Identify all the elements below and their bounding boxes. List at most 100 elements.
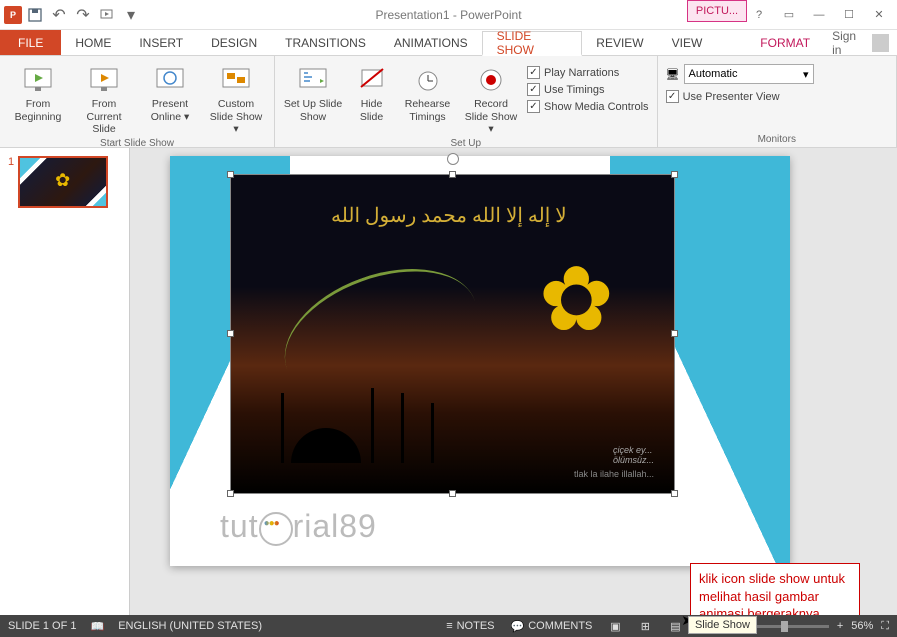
custom-show-icon [220,64,252,96]
slide-thumbnail-1[interactable]: 1 [8,156,121,208]
normal-view-icon[interactable]: ▣ [604,617,626,635]
tab-transitions[interactable]: TRANSITIONS [271,30,380,55]
watermark-logo-icon [259,512,293,546]
notes-icon: ≡ [446,620,452,632]
zoom-in-icon[interactable]: + [837,620,843,632]
minimize-icon[interactable]: — [805,4,833,26]
flower-icon: ✿ [539,255,614,345]
tab-view[interactable]: VIEW [658,30,717,55]
fit-to-window-icon[interactable]: ⛶ [881,620,889,633]
annotation-callout: klik icon slide show untuk melihat hasil… [690,563,860,615]
powerpoint-app-icon: P [4,6,22,24]
rehearse-timings-button[interactable]: Rehearse Timings [400,60,455,136]
rehearse-icon [412,64,444,96]
group-label-monitors: Monitors [666,132,888,145]
tab-insert[interactable]: INSERT [125,30,197,55]
avatar-icon [872,34,889,52]
qat-dropdown-icon[interactable]: ▾ [120,4,142,26]
resize-handle-tr[interactable] [671,171,678,178]
start-from-beginning-icon[interactable] [96,4,118,26]
window-title: Presentation1 - PowerPoint [375,8,521,22]
slide-counter[interactable]: SLIDE 1 OF 1 [8,620,76,632]
mosque-silhouette [251,383,501,463]
use-timings-checkbox[interactable]: ✓Use Timings [527,83,649,96]
group-monitors: 🖥 Automatic▾ ✓Use Presenter View Monitor… [658,56,897,147]
work-area: 1 لا إله إلا الله محمد رسول الله ✿ çiçek… [0,148,897,615]
resize-handle-tl[interactable] [227,171,234,178]
hide-slide-button[interactable]: Hide Slide [349,60,394,136]
tab-design[interactable]: DESIGN [197,30,271,55]
picture-tools-context-tab[interactable]: PICTU... [687,0,747,22]
use-presenter-view-checkbox[interactable]: ✓Use Presenter View [666,90,814,103]
save-icon[interactable] [24,4,46,26]
zoom-level[interactable]: 56% [851,620,873,632]
tab-file[interactable]: FILE [0,30,61,55]
from-current-icon [88,64,120,96]
help-icon[interactable]: ? [745,4,773,26]
picture-content: لا إله إلا الله محمد رسول الله ✿ çiçek e… [231,175,674,493]
rotation-handle[interactable] [447,153,459,165]
resize-handle-bm[interactable] [449,490,456,497]
monitor-select[interactable]: Automatic▾ [684,64,814,84]
notes-button[interactable]: ≡NOTES [442,620,498,632]
thumbnail-number: 1 [8,156,14,208]
group-label-start: Start Slide Show [8,136,266,149]
undo-icon[interactable]: ↶ [48,4,70,26]
from-current-slide-button[interactable]: From Current Slide [74,60,134,136]
picture-text-2: tlak la ilahe illallah... [574,469,654,479]
group-start-slide-show: From Beginning From Current Slide Presen… [0,56,275,147]
title-bar: P ↶ ↷ ▾ Presentation1 - PowerPoint PICTU… [0,0,897,30]
tab-format[interactable]: FORMAT [746,30,824,55]
resize-handle-ml[interactable] [227,330,234,337]
ribbon: From Beginning From Current Slide Presen… [0,56,897,148]
slide-thumbnail-pane: 1 [0,148,130,615]
arabic-calligraphy: لا إله إلا الله محمد رسول الله [331,203,567,228]
monitor-selector-row: 🖥 Automatic▾ [666,64,814,84]
slide-canvas-area[interactable]: لا إله إلا الله محمد رسول الله ✿ çiçek e… [130,148,897,615]
zoom-thumb[interactable] [781,621,788,632]
spell-check-icon[interactable]: 📖 [90,620,104,633]
selected-picture[interactable]: لا إله إلا الله محمد رسول الله ✿ çiçek e… [230,174,675,494]
resize-handle-bl[interactable] [227,490,234,497]
quick-access-toolbar: P ↶ ↷ ▾ [0,4,146,26]
watermark: tutrial89 [220,508,377,546]
from-beginning-icon [22,64,54,96]
show-media-controls-checkbox[interactable]: ✓Show Media Controls [527,100,649,113]
ribbon-options-icon[interactable]: ▭ [775,4,803,26]
present-online-button[interactable]: Present Online ▾ [140,60,200,136]
sign-in-label: Sign in [832,29,866,57]
tab-home[interactable]: HOME [61,30,125,55]
play-narrations-checkbox[interactable]: ✓Play Narrations [527,66,649,79]
comments-icon: 💬 [511,620,525,633]
set-up-icon [297,64,329,96]
group-label-setup: Set Up [283,136,649,149]
maximize-icon[interactable]: ☐ [835,4,863,26]
resize-handle-mr[interactable] [671,330,678,337]
present-online-icon [154,64,186,96]
tab-review[interactable]: REVIEW [582,30,657,55]
close-icon[interactable]: ✕ [865,4,893,26]
group-set-up: Set Up Slide Show Hide Slide Rehearse Ti… [275,56,658,147]
tab-animations[interactable]: ANIMATIONS [380,30,482,55]
custom-slide-show-button[interactable]: Custom Slide Show ▾ [206,60,266,136]
sign-in[interactable]: Sign in [824,30,897,55]
status-bar: SLIDE 1 OF 1 📖 ENGLISH (UNITED STATES) ≡… [0,615,897,637]
resize-handle-br[interactable] [671,490,678,497]
chevron-down-icon: ▾ [803,68,809,81]
slide-sorter-view-icon[interactable]: ⊞ [634,617,656,635]
redo-icon[interactable]: ↷ [72,4,94,26]
from-beginning-button[interactable]: From Beginning [8,60,68,136]
ribbon-tabs: FILE HOME INSERT DESIGN TRANSITIONS ANIM… [0,30,897,56]
set-up-slide-show-button[interactable]: Set Up Slide Show [283,60,343,136]
language-indicator[interactable]: ENGLISH (UNITED STATES) [118,620,262,632]
setup-checkboxes: ✓Play Narrations ✓Use Timings ✓Show Medi… [527,60,649,136]
record-icon [475,64,507,96]
monitor-icon: 🖥 [666,68,680,81]
comments-button[interactable]: 💬COMMENTS [507,620,597,633]
window-controls: ? ▭ — ☐ ✕ [745,4,897,26]
hide-slide-icon [356,64,388,96]
record-slide-show-button[interactable]: Record Slide Show ▾ [461,60,521,136]
slide-show-tooltip: Slide Show [688,616,757,634]
tab-slideshow[interactable]: SLIDE SHOW [482,31,583,56]
resize-handle-tm[interactable] [449,171,456,178]
